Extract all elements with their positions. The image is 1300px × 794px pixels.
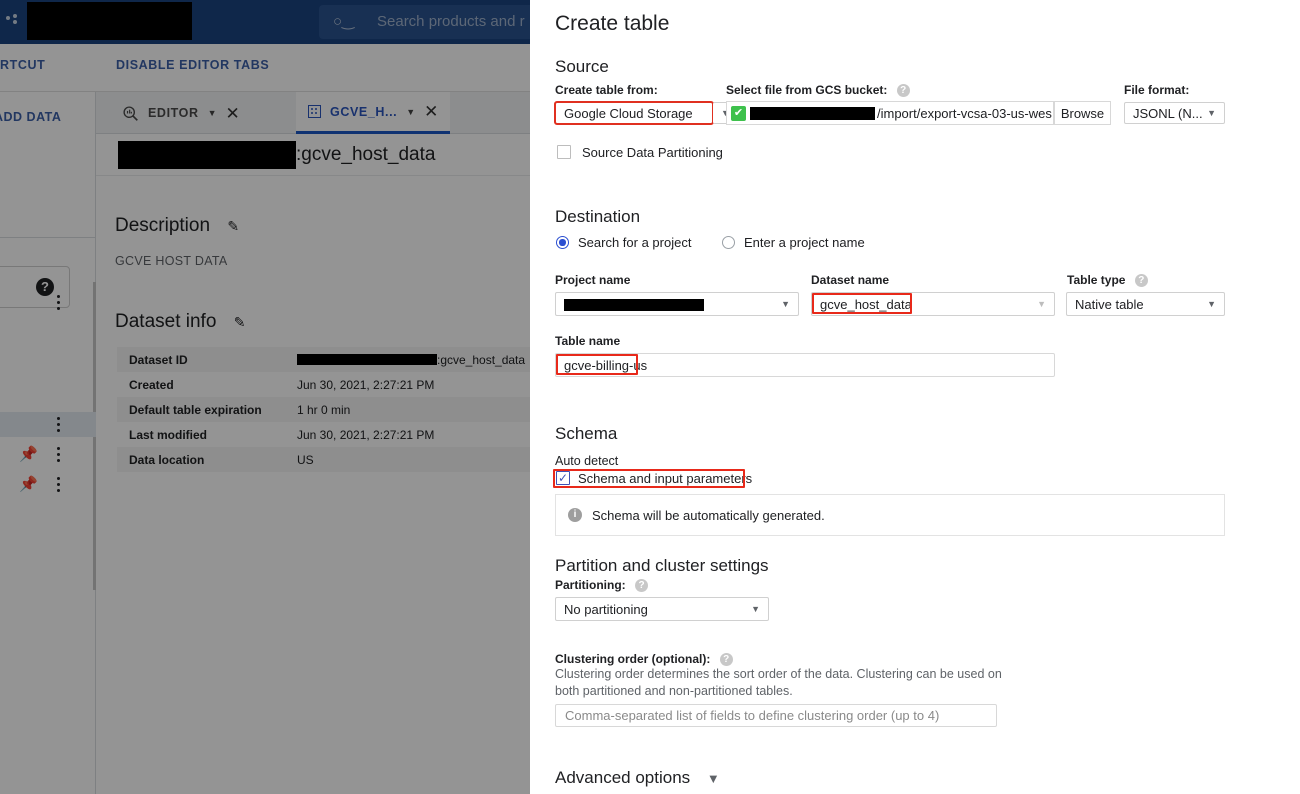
help-circle-icon[interactable]: ?	[1134, 274, 1148, 287]
source-partitioning-checkbox[interactable]	[557, 145, 571, 159]
table-name-input[interactable]: gcve-billing-us	[555, 353, 1055, 377]
advanced-options-label: Advanced options	[555, 768, 691, 787]
gcs-path-value: /import/export-vcsa-03-us-wes	[877, 105, 1052, 121]
radio-enter-project-label: Enter a project name	[744, 235, 865, 250]
table-name-label: Table name	[555, 334, 621, 348]
chevron-down-icon: ▼	[781, 299, 790, 309]
help-circle-icon[interactable]: ?	[719, 653, 733, 666]
help-circle-icon[interactable]: ?	[896, 84, 910, 97]
file-format-label: File format:	[1124, 83, 1190, 97]
create-table-from-select[interactable]: Google Cloud Storage	[554, 101, 714, 125]
radio-enter-project[interactable]	[722, 236, 735, 249]
clustering-order-label-text: Clustering order (optional):	[555, 652, 711, 666]
clustering-order-input[interactable]: Comma-separated list of fields to define…	[555, 704, 997, 727]
project-name-select[interactable]: ▼	[555, 292, 799, 316]
clustering-order-label: Clustering order (optional): ?	[555, 652, 733, 666]
create-table-dialog: Create table Source Create table from: G…	[530, 0, 1300, 794]
table-type-value: Native table	[1075, 296, 1144, 312]
source-heading: Source	[555, 57, 609, 76]
schema-params-label: Schema and input parameters	[578, 471, 753, 486]
browse-button[interactable]: Browse	[1054, 101, 1111, 125]
file-format-select[interactable]: JSONL (N... ▼	[1124, 102, 1225, 124]
chevron-down-icon: ▼	[1207, 299, 1216, 309]
partitioning-label: Partitioning: ?	[555, 578, 649, 592]
radio-search-project[interactable]	[556, 236, 569, 249]
schema-params-checkbox[interactable]: ✓	[556, 471, 570, 485]
partitioning-value: No partitioning	[564, 601, 648, 617]
table-type-select[interactable]: Native table ▼	[1066, 292, 1225, 316]
partitioning-select[interactable]: No partitioning ▼	[555, 597, 769, 621]
dataset-name-label: Dataset name	[811, 273, 890, 287]
table-name-value: gcve-billing-us	[564, 357, 648, 373]
table-type-label: Table type ?	[1067, 273, 1148, 287]
schema-info-banner: i Schema will be automatically generated…	[555, 494, 1225, 536]
clustering-order-placeholder: Comma-separated list of fields to define…	[565, 708, 940, 723]
chevron-down-icon: ▼	[751, 604, 760, 614]
dataset-name-select[interactable]: gcve_host_data ▼	[811, 292, 1055, 316]
gcs-file-field[interactable]: ✔ /import/export-vcsa-03-us-wes	[726, 101, 1054, 125]
project-name-label: Project name	[555, 273, 631, 287]
dialog-title: Create table	[555, 12, 670, 35]
table-type-label-text: Table type	[1067, 273, 1126, 287]
chevron-down-icon: ▼	[706, 771, 720, 786]
dataset-name-value: gcve_host_data	[820, 296, 912, 312]
file-format-value: JSONL (N...	[1133, 105, 1203, 121]
auto-detect-label: Auto detect	[555, 454, 619, 468]
create-table-from-label: Create table from:	[555, 83, 658, 97]
clustering-order-description: Clustering order determines the sort ord…	[555, 667, 1002, 698]
partition-heading: Partition and cluster settings	[555, 556, 769, 575]
destination-heading: Destination	[555, 207, 641, 226]
project-name-value	[556, 297, 781, 312]
schema-heading: Schema	[555, 424, 618, 443]
check-icon: ✔	[731, 105, 746, 121]
radio-search-project-label: Search for a project	[578, 235, 692, 250]
info-circle-icon: i	[568, 508, 582, 522]
create-table-from-value: Google Cloud Storage	[564, 105, 693, 121]
gcs-bucket-label-text: Select file from GCS bucket:	[726, 83, 888, 97]
chevron-down-icon: ▼	[1207, 108, 1216, 118]
gcs-bucket-redacted	[750, 106, 875, 120]
gcs-bucket-label: Select file from GCS bucket: ?	[726, 83, 910, 97]
schema-info-text: Schema will be automatically generated.	[592, 507, 825, 523]
partitioning-label-text: Partitioning:	[555, 578, 626, 592]
chevron-down-icon: ▼	[1037, 299, 1046, 309]
source-partitioning-label: Source Data Partitioning	[582, 145, 723, 160]
help-circle-icon[interactable]: ?	[635, 579, 649, 592]
advanced-options-toggle[interactable]: Advanced options ▼	[555, 768, 720, 788]
